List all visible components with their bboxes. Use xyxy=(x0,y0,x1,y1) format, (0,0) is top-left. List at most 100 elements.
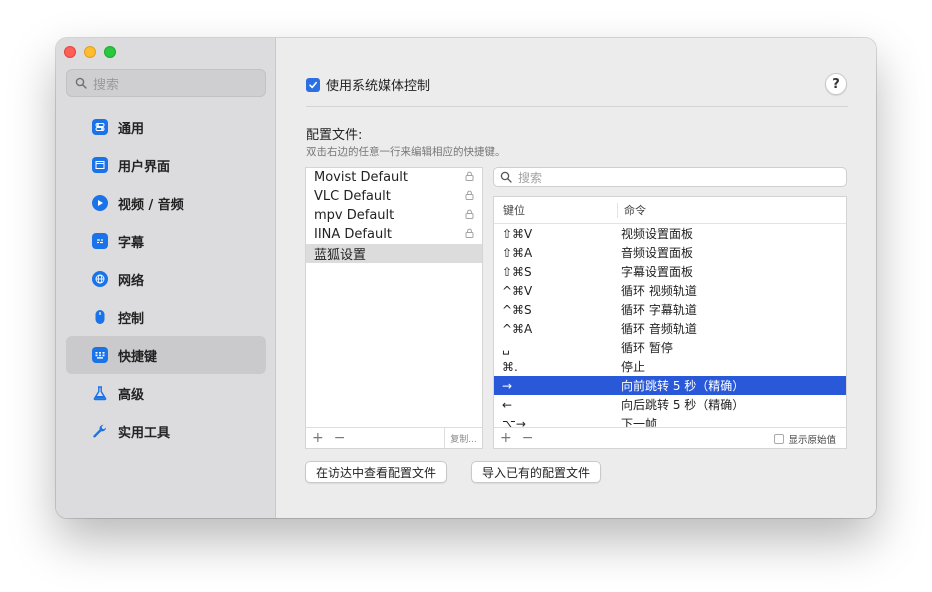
lock-icon xyxy=(465,190,474,203)
sidebar-item-label: 网络 xyxy=(118,273,145,289)
play-icon xyxy=(92,195,108,211)
sidebar-item-shortcuts[interactable]: 快捷键 xyxy=(66,336,266,374)
sidebar-item-utilities[interactable]: 实用工具 xyxy=(66,412,266,450)
section-title: 配置文件: xyxy=(306,128,363,143)
shortcut-table-toolbar: + − 显示原始值 xyxy=(494,427,846,448)
table-row[interactable]: ⇧⌘V 视频设置面板 xyxy=(494,224,846,243)
table-row[interactable]: ^⌘S 循环 字幕轨道 xyxy=(494,300,846,319)
sidebar-item-label: 实用工具 xyxy=(118,425,171,441)
search-icon xyxy=(75,77,87,89)
binding-command: 停止 xyxy=(621,360,646,374)
sidebar-item-advanced[interactable]: 高级 xyxy=(66,374,266,412)
column-header-key[interactable]: 键位 xyxy=(494,202,618,218)
binding-key: ⇧⌘V xyxy=(502,226,533,241)
table-row-selected[interactable]: → 向前跳转 5 秒（精确） xyxy=(494,376,846,395)
table-row[interactable]: ^⌘A 循环 音频轨道 xyxy=(494,319,846,338)
shortcut-table: 键位 命令 ⇧⌘V 视频设置面板 ⇧⌘A 音频设置面板 ⇧⌘S 字幕设置面板 ^… xyxy=(493,196,847,449)
toggle-icon xyxy=(92,119,108,135)
flask-icon xyxy=(92,385,108,401)
binding-command: 向前跳转 5 秒（精确） xyxy=(621,379,745,393)
binding-command: 循环 音频轨道 xyxy=(621,322,697,336)
sidebar-item-ui[interactable]: 用户界面 xyxy=(66,146,266,184)
preferences-window: 搜索 通用 用户界面 视频 / 音频 字幕 网络 控制 快捷键 高级 实用工具 … xyxy=(56,38,876,518)
main-panel: 使用系统媒体控制 ? 配置文件: 双击右边的任意一行来编辑相应的快捷键。 Mov… xyxy=(276,38,876,518)
sidebar-item-label: 字幕 xyxy=(118,235,145,251)
subtitle-icon xyxy=(92,233,108,249)
lock-icon xyxy=(465,228,474,241)
table-row[interactable]: ⌘. 停止 xyxy=(494,357,846,376)
sidebar-item-control[interactable]: 控制 xyxy=(66,298,266,336)
duplicate-profile-button[interactable]: 复制... xyxy=(444,428,482,448)
section-subtitle: 双击右边的任意一行来编辑相应的快捷键。 xyxy=(306,146,506,158)
binding-key: ⇧⌘A xyxy=(502,245,533,260)
profile-list-toolbar: + − 复制... xyxy=(306,427,482,448)
table-row[interactable]: ␣ 循环 暂停 xyxy=(494,338,846,357)
media-control-checkbox[interactable] xyxy=(306,77,320,92)
wrench-icon xyxy=(92,423,108,439)
sidebar-item-general[interactable]: 通用 xyxy=(66,108,266,146)
lock-icon xyxy=(465,209,474,222)
checkmark-icon xyxy=(309,81,317,88)
binding-key: ⇧⌘S xyxy=(502,264,532,279)
binding-command: 字幕设置面板 xyxy=(621,265,694,279)
show-raw-label: 显示原始值 xyxy=(788,435,836,446)
zoom-button[interactable] xyxy=(104,46,116,58)
sidebar-item-label: 控制 xyxy=(118,311,145,327)
profile-name: mpv Default xyxy=(314,208,395,223)
sidebar-item-label: 视频 / 音频 xyxy=(118,197,184,213)
table-row[interactable]: ← 向后跳转 5 秒（精确） xyxy=(494,395,846,414)
profile-name: Movist Default xyxy=(314,170,408,185)
remove-profile-button[interactable]: − xyxy=(334,430,346,446)
profile-name: VLC Default xyxy=(314,189,391,204)
binding-key: ^⌘S xyxy=(502,302,532,317)
globe-icon xyxy=(92,271,108,287)
media-control-label[interactable]: 使用系统媒体控制 xyxy=(326,75,430,94)
add-profile-button[interactable]: + xyxy=(312,430,324,446)
profile-list: Movist Default VLC Default mpv Default I… xyxy=(305,167,483,449)
help-button[interactable]: ? xyxy=(825,73,847,95)
binding-key: ^⌘V xyxy=(502,283,533,298)
sidebar-item-label: 快捷键 xyxy=(118,349,158,365)
profile-row[interactable]: IINA Default xyxy=(306,225,482,244)
binding-key: ^⌘A xyxy=(502,321,533,336)
profile-name: 蓝狐设置 xyxy=(314,248,367,263)
profile-name: IINA Default xyxy=(314,227,392,242)
window-icon xyxy=(92,157,108,173)
profile-row[interactable]: 蓝狐设置 xyxy=(306,244,482,263)
import-config-button[interactable]: 导入已有的配置文件 xyxy=(471,461,602,483)
keyboard-icon xyxy=(92,347,108,363)
binding-key: → xyxy=(502,378,513,393)
sidebar: 搜索 通用 用户界面 视频 / 音频 字幕 网络 控制 快捷键 高级 实用工具 xyxy=(56,38,276,518)
sidebar-nav: 通用 用户界面 视频 / 音频 字幕 网络 控制 快捷键 高级 实用工具 xyxy=(66,108,266,450)
remove-binding-button[interactable]: − xyxy=(522,430,534,446)
profile-row[interactable]: VLC Default xyxy=(306,187,482,206)
sidebar-item-label: 用户界面 xyxy=(118,159,171,175)
table-row[interactable]: ^⌘V 循环 视频轨道 xyxy=(494,281,846,300)
shortcut-search-placeholder: 搜索 xyxy=(518,170,543,185)
table-row[interactable]: ⇧⌘S 字幕设置面板 xyxy=(494,262,846,281)
show-raw-value-toggle[interactable]: 显示原始值 xyxy=(774,432,836,446)
binding-command: 向后跳转 5 秒（精确） xyxy=(621,398,745,412)
add-binding-button[interactable]: + xyxy=(500,430,512,446)
sidebar-search-input[interactable]: 搜索 xyxy=(66,69,266,97)
sidebar-item-subtitles[interactable]: 字幕 xyxy=(66,222,266,260)
binding-command: 视频设置面板 xyxy=(621,227,694,241)
sidebar-item-label: 高级 xyxy=(118,387,145,403)
profile-row[interactable]: mpv Default xyxy=(306,206,482,225)
table-row[interactable]: ⇧⌘A 音频设置面板 xyxy=(494,243,846,262)
table-header: 键位 命令 xyxy=(494,197,846,224)
media-control-row: 使用系统媒体控制 xyxy=(306,75,430,94)
minimize-button[interactable] xyxy=(84,46,96,58)
show-raw-checkbox[interactable] xyxy=(774,434,785,444)
close-button[interactable] xyxy=(64,46,76,58)
sidebar-item-video-audio[interactable]: 视频 / 音频 xyxy=(66,184,266,222)
divider xyxy=(306,106,848,107)
shortcut-search-input[interactable]: 搜索 xyxy=(493,167,847,187)
reveal-in-finder-button[interactable]: 在访达中查看配置文件 xyxy=(305,461,448,483)
sidebar-item-network[interactable]: 网络 xyxy=(66,260,266,298)
mouse-icon xyxy=(92,309,108,325)
profile-row[interactable]: Movist Default xyxy=(306,168,482,187)
binding-key: ⌘. xyxy=(502,359,518,374)
column-header-command[interactable]: 命令 xyxy=(618,202,646,218)
binding-key: ← xyxy=(502,397,513,412)
